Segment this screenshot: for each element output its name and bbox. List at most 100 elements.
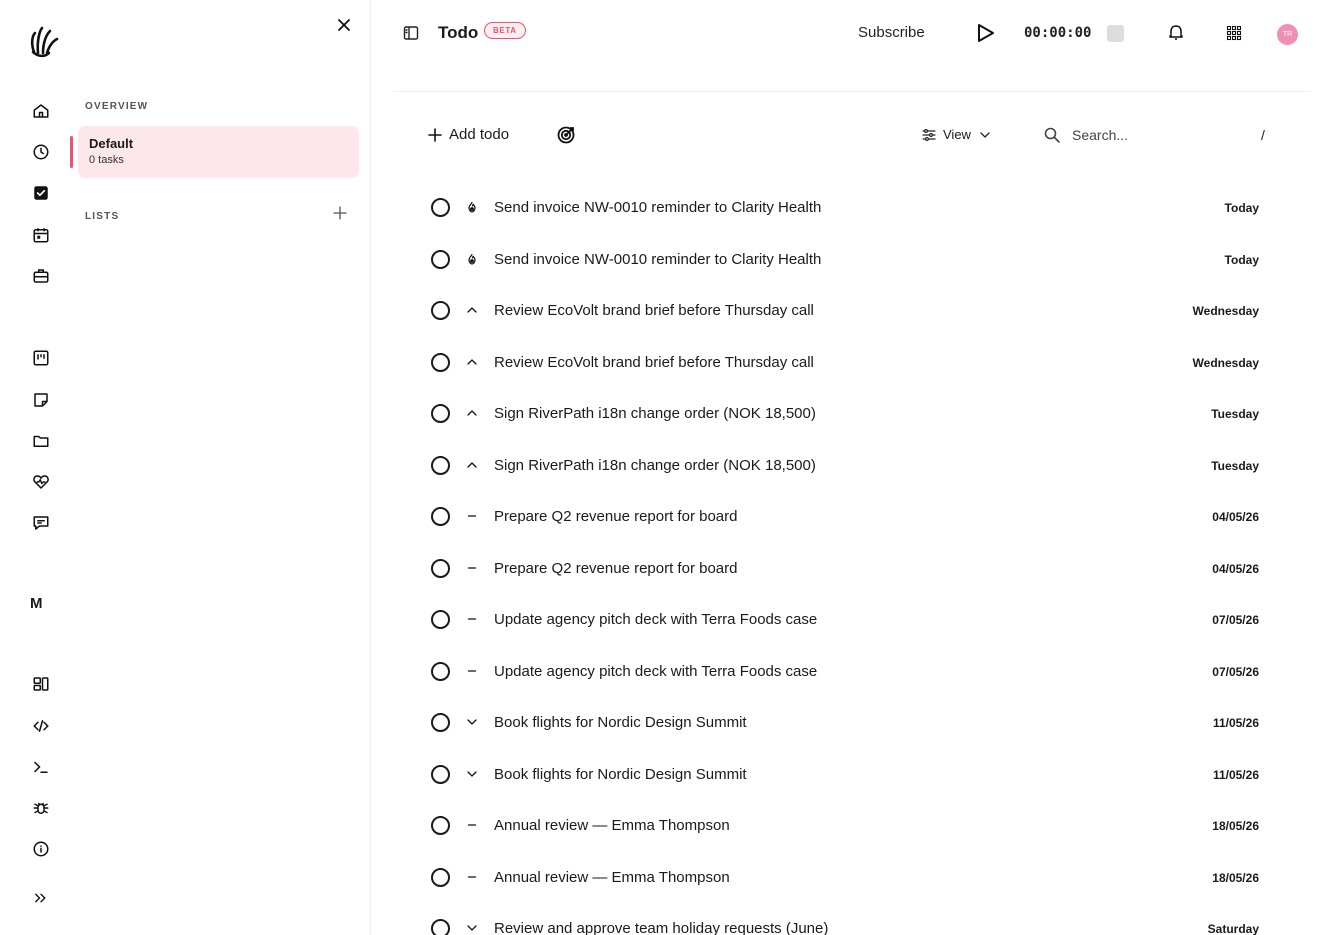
todo-due-date: 04/05/26 bbox=[1212, 561, 1259, 576]
todo-checkbox[interactable] bbox=[431, 661, 450, 681]
todo-row[interactable]: Annual review — Emma Thompson 18/05/26 bbox=[371, 851, 1317, 903]
todo-due-date: Saturday bbox=[1207, 922, 1259, 935]
todo-title: Review EcoVolt brand brief before Thursd… bbox=[494, 302, 814, 319]
todo-row[interactable]: Prepare Q2 revenue report for board 04/05… bbox=[371, 542, 1317, 594]
todo-checkbox[interactable] bbox=[431, 764, 450, 784]
focus-target-icon[interactable] bbox=[557, 126, 575, 144]
heart-pulse-icon[interactable] bbox=[31, 472, 51, 492]
priority-medium-icon bbox=[465, 664, 479, 678]
todo-checkbox[interactable] bbox=[431, 816, 450, 835]
apps-grid-icon[interactable] bbox=[1226, 25, 1242, 41]
add-todo-button[interactable]: Add todo bbox=[428, 126, 509, 143]
stop-button[interactable] bbox=[1107, 25, 1124, 42]
todo-due-date: 18/05/26 bbox=[1212, 819, 1259, 833]
dashboard-icon[interactable] bbox=[31, 674, 51, 694]
code-icon[interactable] bbox=[31, 716, 51, 736]
todo-checkbox[interactable] bbox=[431, 404, 450, 423]
chevron-down-icon bbox=[980, 131, 990, 138]
priority-high-icon bbox=[465, 303, 479, 317]
todo-title: Prepare Q2 revenue report for board bbox=[494, 559, 738, 577]
hand-logo-icon[interactable] bbox=[28, 22, 62, 58]
priority-medium-icon bbox=[465, 612, 479, 626]
todo-row[interactable]: Review EcoVolt brand brief before Thursd… bbox=[371, 284, 1317, 336]
todo-checkbox[interactable] bbox=[431, 301, 450, 320]
search-shortcut-hint: / bbox=[1261, 127, 1265, 143]
todo-row[interactable]: Sign RiverPath i18n change order (NOK 18… bbox=[371, 387, 1317, 439]
briefcase-icon[interactable] bbox=[31, 266, 51, 286]
todo-due-date: Wednesday bbox=[1192, 304, 1259, 318]
todo-checkbox[interactable] bbox=[431, 713, 450, 732]
todo-due-date: Tuesday bbox=[1211, 407, 1259, 421]
todo-checkbox[interactable] bbox=[431, 558, 450, 578]
workspace-letter[interactable]: M bbox=[30, 595, 43, 612]
priority-low-icon bbox=[465, 767, 479, 781]
terminal-icon[interactable] bbox=[31, 757, 51, 777]
play-icon[interactable] bbox=[974, 22, 996, 44]
priority-high-icon bbox=[465, 406, 479, 420]
todo-checkbox[interactable] bbox=[431, 455, 450, 475]
todo-checkbox[interactable] bbox=[431, 919, 450, 935]
todo-title: Annual review — Emma Thompson bbox=[494, 868, 730, 886]
chat-icon[interactable] bbox=[31, 513, 51, 533]
todo-title: Book flights for Nordic Design Summit bbox=[494, 714, 747, 731]
sidebar-toggle-icon[interactable] bbox=[403, 25, 419, 41]
search-input[interactable] bbox=[1072, 123, 1242, 147]
home-icon[interactable] bbox=[31, 101, 51, 121]
todo-checkbox[interactable] bbox=[431, 198, 450, 217]
list-item-default[interactable]: Default 0 tasks bbox=[70, 126, 359, 178]
todo-due-date: 11/05/26 bbox=[1212, 716, 1259, 730]
folder-icon[interactable] bbox=[31, 431, 51, 451]
todo-title: Sign RiverPath i18n change order (NOK 18… bbox=[494, 405, 816, 422]
todo-due-date: Today bbox=[1224, 201, 1259, 215]
todo-title: Sign RiverPath i18n change order (NOK 18… bbox=[494, 456, 816, 474]
todo-due-date: Wednesday bbox=[1192, 355, 1259, 370]
info-icon[interactable] bbox=[31, 839, 51, 859]
view-label: View bbox=[943, 127, 971, 142]
priority-urgent-icon bbox=[465, 252, 479, 266]
add-list-icon[interactable] bbox=[333, 206, 347, 220]
top-header: Todo BETA Subscribe 00:00:00 TR bbox=[371, 0, 1317, 70]
todo-row[interactable]: Sign RiverPath i18n change order (NOK 18… bbox=[371, 439, 1317, 491]
todo-checkbox[interactable] bbox=[431, 249, 450, 269]
todo-title: Review EcoVolt brand brief before Thursd… bbox=[494, 353, 814, 371]
calendar-icon[interactable] bbox=[31, 225, 51, 245]
todo-row[interactable]: Review EcoVolt brand brief before Thursd… bbox=[371, 336, 1317, 388]
todo-title: Update agency pitch deck with Terra Food… bbox=[494, 662, 818, 680]
timer-display: 00:00:00 bbox=[1024, 25, 1092, 41]
todo-row[interactable]: Book flights for Nordic Design Summit 11/… bbox=[371, 696, 1317, 748]
priority-medium-icon bbox=[465, 818, 479, 832]
bug-icon[interactable] bbox=[31, 798, 51, 818]
todo-toolbar: Add todo View / bbox=[371, 115, 1317, 155]
priority-high-icon bbox=[465, 458, 479, 472]
plus-icon bbox=[428, 127, 442, 142]
todo-row[interactable]: Update agency pitch deck with Terra Food… bbox=[371, 645, 1317, 697]
todo-row[interactable]: Send invoice NW-0010 reminder to Clarity… bbox=[371, 233, 1317, 285]
todo-checkbox[interactable] bbox=[431, 507, 450, 526]
bell-icon[interactable] bbox=[1167, 23, 1185, 41]
clock-icon[interactable] bbox=[31, 142, 51, 162]
close-icon[interactable] bbox=[336, 17, 352, 33]
note-icon[interactable] bbox=[31, 390, 51, 410]
todo-row[interactable]: Prepare Q2 revenue report for board 04/05… bbox=[371, 490, 1317, 542]
todo-row[interactable]: Review and approve team holiday requests… bbox=[371, 902, 1317, 935]
chevrons-right-icon[interactable] bbox=[31, 888, 51, 908]
avatar[interactable]: TR bbox=[1277, 24, 1298, 45]
todo-checkbox[interactable] bbox=[431, 867, 450, 887]
board-icon[interactable] bbox=[31, 348, 51, 368]
todo-row[interactable]: Book flights for Nordic Design Summit 11/… bbox=[371, 748, 1317, 800]
todo-row[interactable]: Send invoice NW-0010 reminder to Clarity… bbox=[371, 181, 1317, 233]
view-dropdown[interactable]: View bbox=[922, 127, 992, 142]
checkbox-icon[interactable] bbox=[31, 183, 51, 203]
priority-medium-icon bbox=[465, 509, 479, 523]
todo-checkbox[interactable] bbox=[431, 352, 450, 372]
todo-checkbox[interactable] bbox=[431, 610, 450, 629]
priority-high-icon bbox=[465, 355, 479, 369]
todo-title: Annual review — Emma Thompson bbox=[494, 817, 730, 834]
todo-title: Send invoice NW-0010 reminder to Clarity… bbox=[494, 250, 822, 268]
priority-low-icon bbox=[465, 715, 479, 729]
todo-row[interactable]: Update agency pitch deck with Terra Food… bbox=[371, 593, 1317, 645]
subscribe-button[interactable]: Subscribe bbox=[858, 24, 925, 41]
todo-row[interactable]: Annual review — Emma Thompson 18/05/26 bbox=[371, 799, 1317, 851]
priority-medium-icon bbox=[465, 561, 479, 575]
priority-low-icon bbox=[465, 921, 479, 935]
